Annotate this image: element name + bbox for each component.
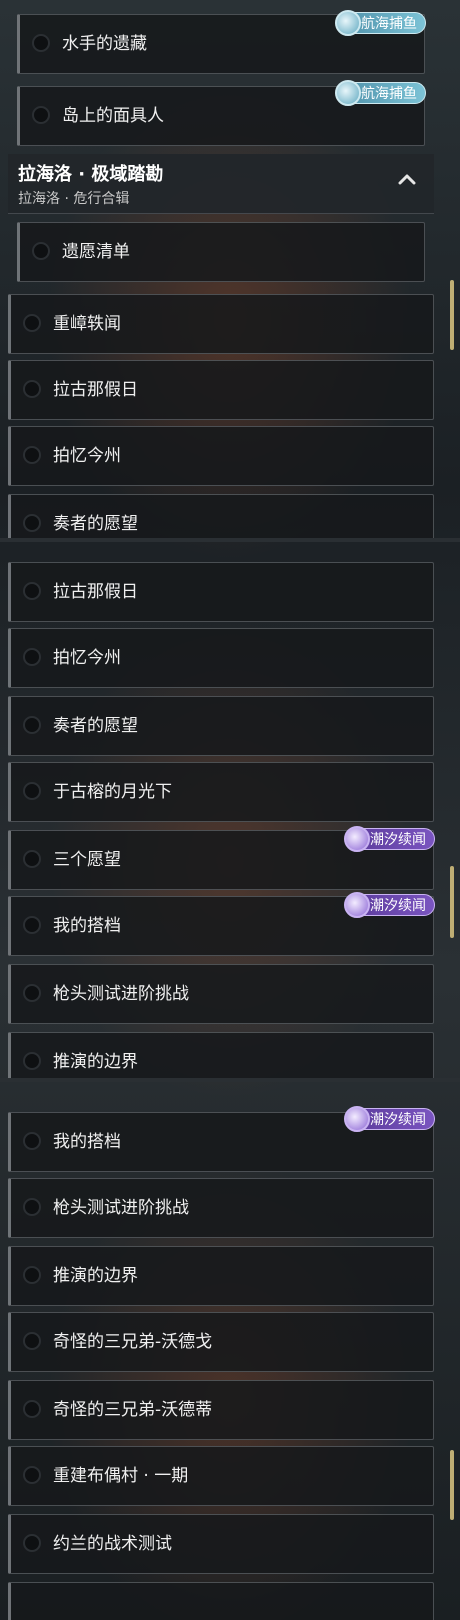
quest-row[interactable]: 重建布偶村 · 一期 xyxy=(8,1446,434,1506)
quest-label: 拉古那假日 xyxy=(53,582,138,602)
quest-label: 奇怪的三兄弟-沃德蒂 xyxy=(53,1400,213,1420)
anchor-fish-icon xyxy=(335,80,361,106)
quest-label: 拉古那假日 xyxy=(53,380,138,400)
radio-indicator xyxy=(32,242,50,260)
quest-list-panel-2: 拉古那假日 拍忆今州 奏者的愿望 于古榕的月光下 三个愿望 潮汐续闻 我的搭档 … xyxy=(0,542,460,1080)
region-group-header[interactable]: 拉海洛 · 极域踏勘 拉海洛 · 危行合辑 xyxy=(8,154,434,214)
radio-indicator xyxy=(23,314,41,332)
quest-label: 我的搭档 xyxy=(53,1132,121,1152)
quest-row[interactable]: 拉古那假日 xyxy=(8,562,434,622)
quest-label: 重嶂轶闻 xyxy=(53,314,121,334)
quest-row[interactable]: 遗愿清单 xyxy=(17,222,425,282)
tide-swirl-icon xyxy=(344,892,370,918)
quest-label: 奏者的愿望 xyxy=(53,716,138,736)
anchor-fish-icon xyxy=(335,10,361,36)
radio-indicator xyxy=(23,648,41,666)
tide-story-badge: 潮汐续闻 xyxy=(344,892,435,918)
quest-list-panel-3: 我的搭档 潮汐续闻 枪头测试进阶挑战 推演的边界 奇怪的三兄弟-沃德戈 奇怪的三… xyxy=(0,1082,460,1620)
quest-row[interactable]: 推演的边界 xyxy=(8,1246,434,1306)
radio-indicator xyxy=(23,514,41,532)
region-subtitle: 拉海洛 · 危行合辑 xyxy=(18,191,130,207)
quest-label: 拍忆今州 xyxy=(53,446,121,466)
quest-label: 奇怪的三兄弟-沃德戈 xyxy=(53,1332,213,1352)
quest-row[interactable]: 拉古那假日 xyxy=(8,360,434,420)
quest-label: 推演的边界 xyxy=(53,1052,138,1072)
tide-story-badge: 潮汐续闻 xyxy=(344,826,435,852)
region-title: 拉海洛 · 极域踏勘 xyxy=(18,164,164,185)
tide-swirl-icon xyxy=(344,1106,370,1132)
quest-label: 遗愿清单 xyxy=(62,242,130,262)
tide-story-badge: 潮汐续闻 xyxy=(344,1106,435,1132)
quest-label: 枪头测试进阶挑战 xyxy=(53,1198,189,1218)
quest-label: 我的搭档 xyxy=(53,916,121,936)
quest-row[interactable]: 拍忆今州 xyxy=(8,628,434,688)
radio-indicator xyxy=(23,850,41,868)
radio-indicator xyxy=(23,446,41,464)
quest-row[interactable]: 于古榕的月光下 xyxy=(8,762,434,822)
quest-label: 重建布偶村 · 一期 xyxy=(53,1466,189,1486)
radio-indicator xyxy=(23,1466,41,1484)
radio-indicator xyxy=(23,1266,41,1284)
quest-label: 拍忆今州 xyxy=(53,648,121,668)
fishing-badge: 航海捕鱼 xyxy=(335,80,426,106)
radio-indicator xyxy=(23,1332,41,1350)
quest-label: 枪头测试进阶挑战 xyxy=(53,984,189,1004)
quest-row[interactable]: 约兰的战术测试 xyxy=(8,1514,434,1574)
radio-indicator xyxy=(23,716,41,734)
quest-label: 于古榕的月光下 xyxy=(53,782,172,802)
radio-indicator xyxy=(23,1534,41,1552)
quest-row[interactable]: 枪头测试进阶挑战 xyxy=(8,964,434,1024)
quest-row[interactable]: 重嶂轶闻 xyxy=(8,294,434,354)
quest-row[interactable]: 奇怪的三兄弟-沃德蒂 xyxy=(8,1380,434,1440)
radio-indicator xyxy=(23,1132,41,1150)
radio-indicator xyxy=(23,1198,41,1216)
scrollbar-thumb[interactable] xyxy=(450,280,454,350)
quest-row-partial[interactable]: 奏者的愿望 xyxy=(8,494,434,540)
tide-swirl-icon xyxy=(344,826,370,852)
quest-label: 岛上的面具人 xyxy=(62,106,164,126)
radio-indicator xyxy=(23,984,41,1002)
radio-indicator xyxy=(23,1400,41,1418)
quest-row-partial[interactable]: 推演的边界 xyxy=(8,1032,434,1080)
quest-label: 约兰的战术测试 xyxy=(53,1534,172,1554)
scrollbar-thumb[interactable] xyxy=(450,866,454,938)
fishing-badge: 航海捕鱼 xyxy=(335,10,426,36)
quest-label: 水手的遗藏 xyxy=(62,34,147,54)
quest-row[interactable]: 枪头测试进阶挑战 xyxy=(8,1178,434,1238)
radio-indicator xyxy=(23,916,41,934)
quest-row[interactable]: 奇怪的三兄弟-沃德戈 xyxy=(8,1312,434,1372)
radio-indicator xyxy=(32,106,50,124)
radio-indicator xyxy=(32,34,50,52)
quest-row-partial[interactable] xyxy=(8,1582,434,1620)
quest-label: 三个愿望 xyxy=(53,850,121,870)
quest-list-panel-1: 水手的遗藏 航海捕鱼 岛上的面具人 航海捕鱼 拉海洛 · 极域踏勘 拉海洛 · … xyxy=(0,0,460,540)
quest-row[interactable]: 拍忆今州 xyxy=(8,426,434,486)
radio-indicator xyxy=(23,380,41,398)
quest-label: 奏者的愿望 xyxy=(53,514,138,534)
radio-indicator xyxy=(23,782,41,800)
radio-indicator xyxy=(23,582,41,600)
radio-indicator xyxy=(23,1052,41,1070)
chevron-up-icon[interactable] xyxy=(398,170,416,188)
quest-label: 推演的边界 xyxy=(53,1266,138,1286)
scrollbar-thumb[interactable] xyxy=(450,1450,454,1520)
quest-row[interactable]: 奏者的愿望 xyxy=(8,696,434,756)
